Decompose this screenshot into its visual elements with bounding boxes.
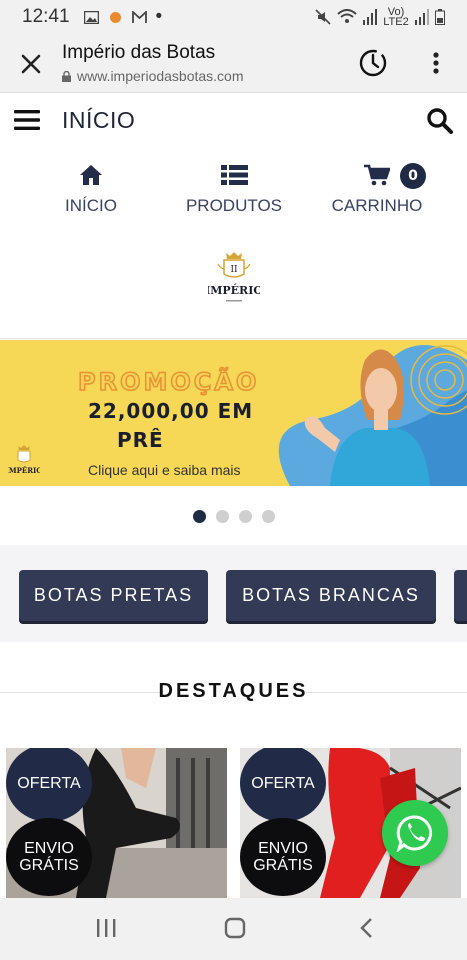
carousel-dot[interactable]: [238, 510, 252, 523]
carousel-indicators: [0, 510, 467, 523]
nav-item-inicio[interactable]: INÍCIO: [52, 160, 130, 216]
app-notification-icon: [109, 11, 121, 23]
whatsapp-icon: [396, 815, 433, 852]
lock-icon: [62, 70, 71, 82]
imperio-logo[interactable]: II IMPÉRIO: [208, 250, 260, 310]
url-text: www.imperiodasbotas.com: [77, 68, 244, 84]
more-notifications-dot: •: [155, 6, 163, 27]
category-button-botas-brancas[interactable]: BOTAS BRANCAS: [226, 570, 436, 621]
nav-item-produtos[interactable]: PRODUTOS: [180, 160, 288, 216]
timer-icon[interactable]: [357, 46, 389, 78]
search-icon[interactable]: [426, 107, 454, 135]
whatsapp-button[interactable]: [382, 800, 448, 866]
cart-count-badge: 0: [400, 163, 426, 189]
list-icon: [220, 165, 248, 185]
svg-text:II: II: [230, 265, 238, 275]
signal-2-icon: [415, 9, 429, 25]
header-divider: [0, 338, 467, 339]
model-illustration: [304, 349, 430, 486]
nav-item-label: INÍCIO: [65, 196, 117, 215]
product-card[interactable]: OFERTA ENVIO GRÁTIS: [6, 748, 227, 898]
category-button-botas-pretas[interactable]: BOTAS PRETAS: [19, 570, 208, 621]
gallery-icon: [83, 10, 99, 24]
nav-item-label: CARRINHO: [331, 196, 423, 215]
more-options-icon[interactable]: [428, 50, 444, 76]
menu-icon[interactable]: [14, 109, 40, 131]
recent-apps-icon[interactable]: [95, 917, 117, 939]
volte-label: Vo) LTE2: [383, 6, 409, 28]
promo-banner[interactable]: PROMOÇÃO 22,000,00 EM PRÊ Clique aqui e …: [0, 340, 467, 486]
mute-icon: [315, 9, 331, 25]
browser-toolbar: Império das Botas www.imperiodasbotas.co…: [0, 34, 467, 93]
carousel-dot[interactable]: [215, 510, 229, 523]
status-time: 12:41: [22, 6, 70, 27]
close-icon[interactable]: [18, 51, 44, 77]
category-button-next[interactable]: [454, 570, 467, 621]
back-icon[interactable]: [356, 917, 378, 939]
banner-headline: PROMOÇÃO: [77, 367, 260, 397]
free-shipping-badge: ENVIO GRÁTIS: [240, 818, 326, 896]
main-nav: INÍCIO PRODUTOS CARRINHO: [0, 160, 467, 230]
svg-text:IMPÉRIO: IMPÉRIO: [8, 466, 40, 475]
banner-logo: IMPÉRIO: [8, 445, 40, 475]
wifi-icon: [337, 9, 357, 23]
home-button-icon[interactable]: [224, 917, 246, 939]
url-display[interactable]: www.imperiodasbotas.com: [62, 68, 244, 84]
nav-item-label: PRODUTOS: [185, 196, 283, 215]
battery-icon: [435, 9, 445, 25]
banner-price: 22,000,00 EM: [88, 399, 254, 423]
gmail-icon: [131, 10, 147, 23]
banner-price-suffix: PRÊ: [117, 428, 164, 452]
signal-icon: [363, 9, 377, 25]
site-header: INÍCIO: [0, 93, 467, 151]
banner-cta: Clique aqui e saiba mais: [88, 462, 241, 478]
section-header: DESTAQUES: [0, 680, 467, 706]
system-nav-bar: [0, 898, 467, 960]
category-strip: BOTAS PRETAS BOTAS BRANCAS: [0, 545, 467, 642]
section-divider-right: [306, 692, 467, 693]
page-title: Império das Botas: [62, 42, 216, 63]
status-bar: 12:41 • Vo) LTE2: [0, 0, 467, 34]
carousel-dot[interactable]: [261, 510, 275, 523]
carousel-dot[interactable]: [192, 510, 206, 523]
home-icon: [80, 165, 102, 185]
site-section-title: INÍCIO: [62, 107, 136, 133]
free-shipping-badge: ENVIO GRÁTIS: [6, 818, 92, 896]
cart-icon: [364, 164, 390, 186]
svg-text:IMPÉRIO: IMPÉRIO: [208, 283, 260, 297]
